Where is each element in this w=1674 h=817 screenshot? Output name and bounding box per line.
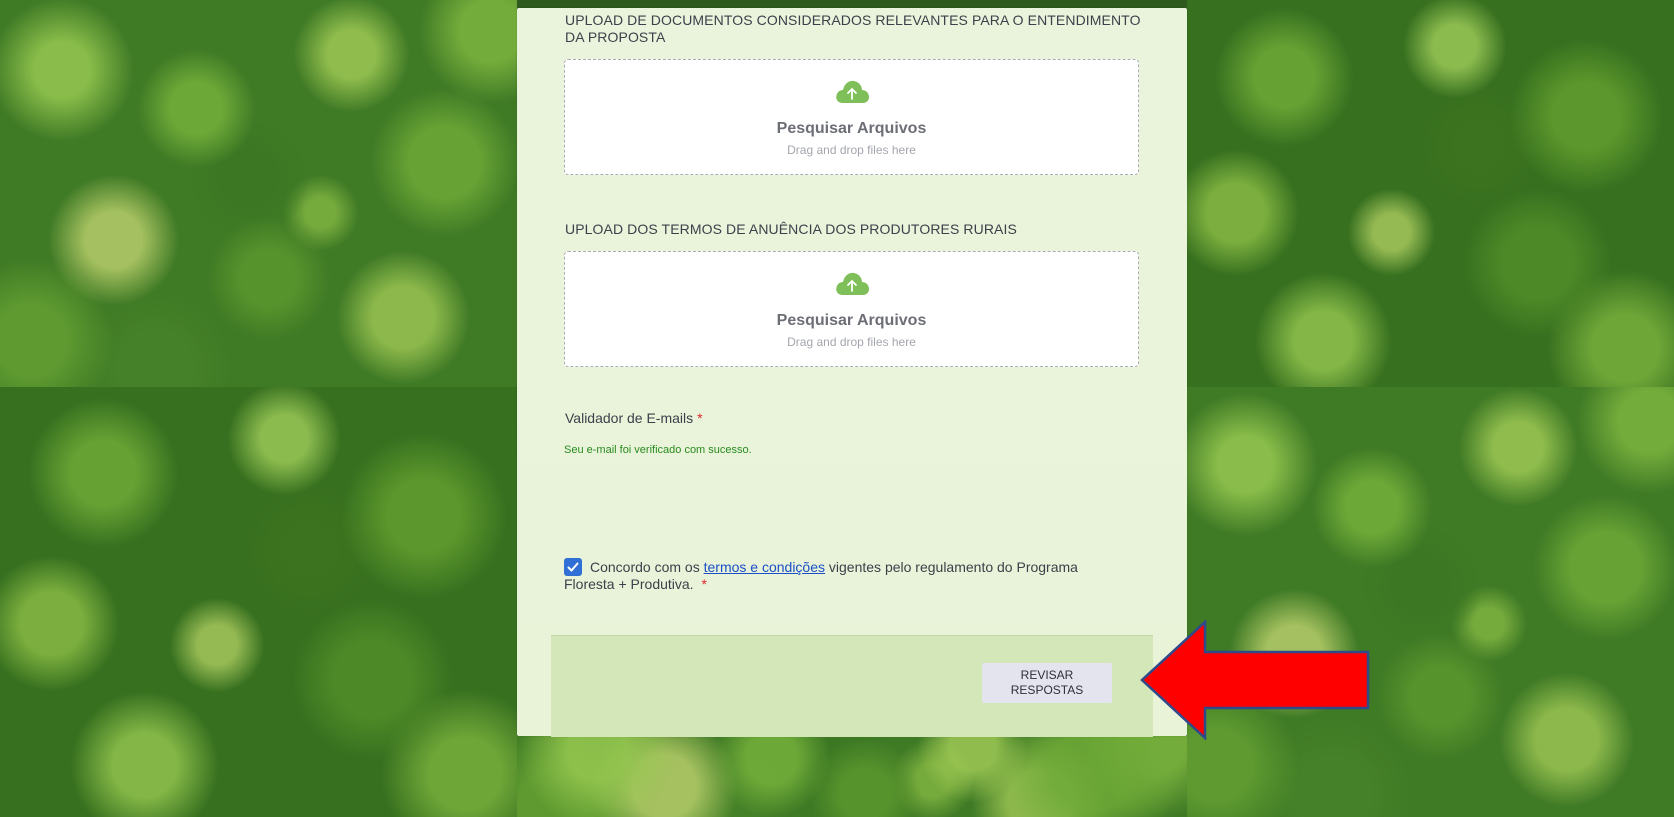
required-marker: * — [701, 576, 707, 592]
forest-background-top-left — [0, 0, 517, 387]
upload-documents-label: UPLOAD DE DOCUMENTOS CONSIDERADOS RELEVA… — [565, 12, 1141, 45]
email-validator-label: Validador de E-mails * — [565, 410, 703, 426]
checkmark-icon — [567, 562, 579, 572]
red-arrow-annotation — [1140, 620, 1370, 740]
upload-terms-subtitle: Drag and drop files here — [787, 335, 916, 349]
upload-documents-title[interactable]: Pesquisar Arquivos — [565, 120, 1138, 138]
upload-documents-subtitle: Drag and drop files here — [787, 143, 916, 157]
upload-documents-dropzone[interactable]: Pesquisar Arquivos Drag and drop files h… — [564, 59, 1139, 175]
upload-terms-dropzone[interactable]: Pesquisar Arquivos Drag and drop files h… — [564, 251, 1139, 367]
terms-text-before: Concordo com os — [590, 559, 700, 575]
cloud-upload-icon — [835, 272, 869, 295]
form-card: UPLOAD DE DOCUMENTOS CONSIDERADOS RELEVA… — [517, 8, 1187, 737]
review-answers-button[interactable]: REVISAR RESPOSTAS — [982, 663, 1112, 703]
terms-link[interactable]: termos e condições — [704, 559, 825, 575]
upload-terms-label: UPLOAD DOS TERMOS DE ANUÊNCIA DOS PRODUT… — [565, 221, 1017, 237]
forest-background-bottom-center — [517, 736, 1187, 817]
terms-agreement: Concordo com os termos e condições vigen… — [564, 558, 1124, 593]
email-validator-label-text: Validador de E-mails — [565, 410, 694, 426]
required-marker: * — [697, 410, 703, 426]
forest-background-bottom-right — [1187, 387, 1674, 817]
email-success-message: Seu e-mail foi verificado com sucesso. — [564, 444, 752, 456]
page: UPLOAD DE DOCUMENTOS CONSIDERADOS RELEVA… — [0, 0, 1674, 817]
cloud-upload-icon — [835, 80, 869, 103]
form-footer: REVISAR RESPOSTAS — [551, 635, 1153, 737]
upload-terms-title[interactable]: Pesquisar Arquivos — [565, 312, 1138, 330]
forest-background-bottom-left — [0, 387, 517, 817]
terms-checkbox[interactable] — [564, 558, 582, 576]
forest-background-top-right — [1187, 0, 1674, 387]
